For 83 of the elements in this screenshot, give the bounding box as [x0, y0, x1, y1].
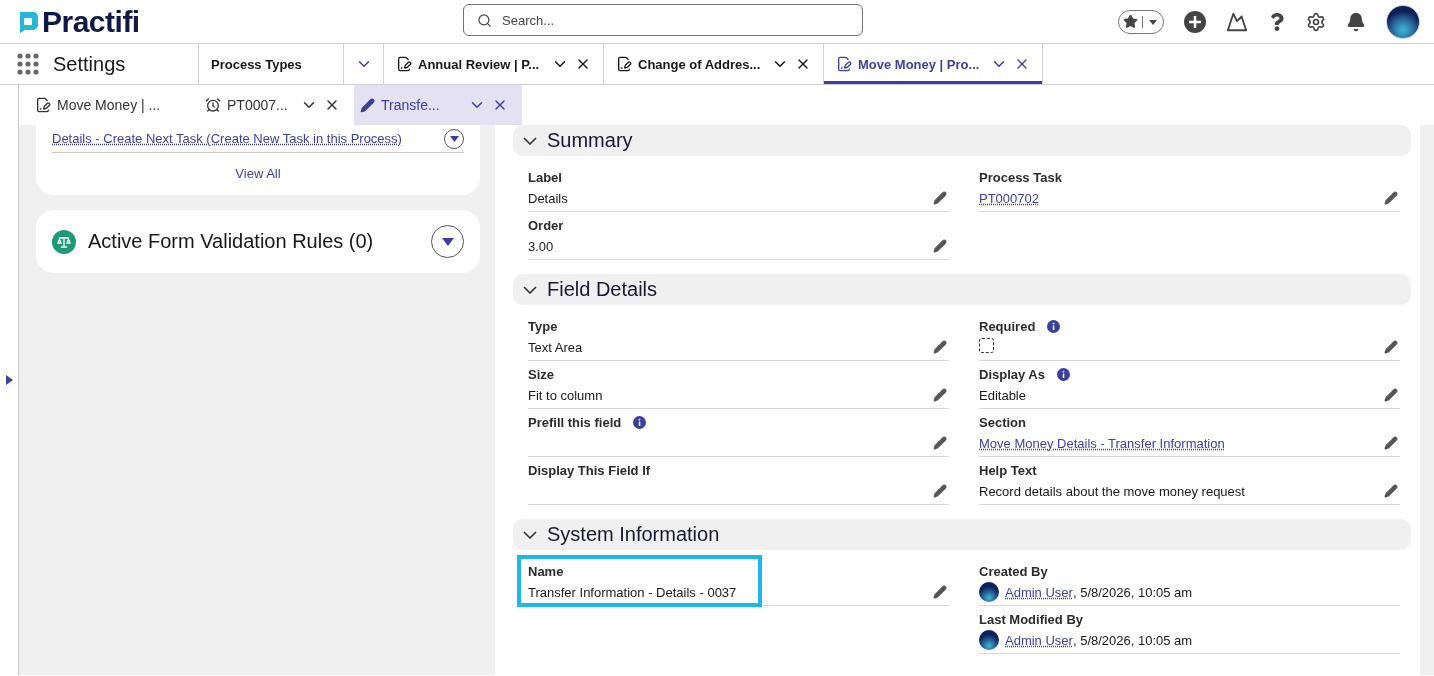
app-launcher-icon[interactable]: [17, 53, 39, 75]
section-title: Field Details: [547, 278, 658, 301]
section-header[interactable]: Field Details: [513, 274, 1411, 305]
user-avatar[interactable]: [1386, 4, 1420, 39]
field-label: Created By: [979, 563, 1048, 579]
info-icon[interactable]: [1057, 367, 1070, 381]
dropdown-button[interactable]: [444, 128, 464, 149]
field-link[interactable]: PT000702: [979, 190, 1039, 206]
field-label: Section: [979, 414, 1026, 430]
add-icon[interactable]: [1184, 10, 1206, 33]
app-name: Settings: [53, 52, 126, 76]
timestamp: , 5/8/2026, 10:05 am: [1072, 584, 1194, 600]
field-label: Last Modified By: [979, 611, 1083, 627]
field-label: Display This Field If: [528, 462, 651, 478]
view-all-link[interactable]: View All: [52, 153, 464, 195]
card-title: Active Form Validation Rules (0): [88, 230, 375, 253]
caret-icon: [449, 135, 459, 142]
help-icon[interactable]: [1268, 12, 1286, 31]
logo: Practifi: [42, 4, 140, 39]
field-label: Order: [528, 217, 564, 233]
document-icon: [836, 56, 852, 72]
field-value: Transfer Information - Details - 0037: [528, 584, 738, 600]
edit-button[interactable]: [1384, 340, 1398, 354]
dropdown-button[interactable]: [431, 225, 464, 258]
field-label: Display As: [979, 366, 1045, 382]
pencil-icon: [360, 97, 375, 113]
document-icon: [616, 56, 632, 72]
section-header[interactable]: Summary: [513, 125, 1411, 156]
edit-button[interactable]: [933, 191, 947, 205]
edit-button[interactable]: [933, 388, 947, 402]
info-icon[interactable]: [633, 415, 647, 429]
nav-tab[interactable]: Move Money | Pro...: [823, 44, 1043, 84]
field-label: Help Text: [979, 462, 1037, 478]
user-avatar: [979, 582, 999, 602]
edit-button[interactable]: [933, 436, 947, 450]
field-value: Text Area: [528, 339, 584, 355]
mountain-icon[interactable]: [1226, 10, 1248, 33]
edit-button[interactable]: [1384, 436, 1398, 450]
user-link[interactable]: Admin User: [1005, 632, 1073, 648]
settings-icon[interactable]: [1306, 11, 1326, 32]
field-value: 3.00: [528, 238, 555, 254]
edit-button[interactable]: [933, 340, 947, 354]
bell-icon[interactable]: [1346, 11, 1366, 32]
nav-tab[interactable]: Change of Addres...: [603, 44, 823, 84]
caret-icon: [441, 237, 454, 246]
field-label: Label: [528, 169, 562, 185]
section-title: System Information: [547, 523, 720, 546]
star-icon: [1123, 14, 1138, 29]
expand-icon[interactable]: [5, 375, 13, 385]
nav-tab[interactable]: Process Types: [198, 44, 343, 84]
scales-icon: [52, 229, 76, 254]
field-value: Record details about the move money request: [979, 483, 1246, 499]
alarm-clock-icon: [205, 97, 221, 113]
field-label: Prefill this field: [528, 414, 622, 430]
section-title: Summary: [547, 129, 633, 152]
search-field[interactable]: Search...: [463, 4, 863, 36]
field-value: Editable: [979, 387, 1027, 403]
edit-button[interactable]: [1384, 484, 1398, 498]
field-label: Required: [979, 318, 1036, 334]
edit-button[interactable]: [933, 585, 947, 599]
field-link[interactable]: Move Money Details - Transfer Information: [979, 435, 1225, 451]
edit-button[interactable]: [1384, 388, 1398, 402]
info-icon[interactable]: [1047, 319, 1061, 333]
user-avatar: [979, 630, 999, 650]
document-icon: [35, 97, 51, 113]
timestamp: , 5/8/2026, 10:05 am: [1072, 632, 1194, 648]
field-value: Details: [528, 190, 569, 206]
section-header[interactable]: System Information: [513, 519, 1411, 550]
edit-button[interactable]: [933, 239, 947, 253]
edit-button[interactable]: [933, 484, 947, 498]
field-label: Type: [528, 318, 558, 334]
subtab[interactable]: Transfe...: [354, 85, 522, 125]
field-value: Fit to column: [528, 387, 604, 403]
checkbox[interactable]: [979, 338, 994, 353]
nav-tab[interactable]: Annual Review | P...: [383, 44, 603, 84]
related-link[interactable]: Details - Create Next Task (Create New Task in this Process): [52, 131, 402, 146]
edit-button[interactable]: [1384, 191, 1398, 205]
field-label: Process Task: [979, 169, 1062, 185]
document-icon: [396, 56, 412, 72]
user-link[interactable]: Admin User: [1005, 584, 1073, 600]
field-label: Name: [528, 563, 564, 579]
search-icon: [477, 13, 492, 28]
field-label: Size: [528, 366, 554, 382]
